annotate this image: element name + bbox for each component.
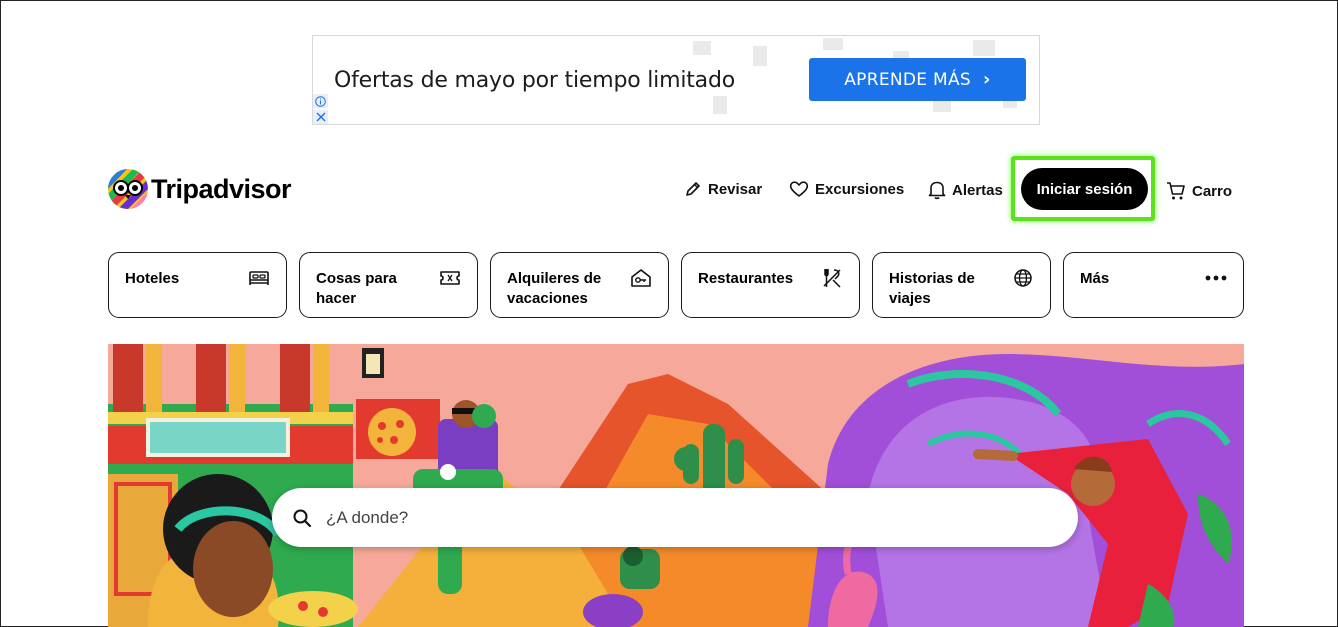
brand-name: Tripadvisor: [151, 173, 292, 204]
category-label: Cosas para hacer: [316, 270, 397, 307]
search-icon: [292, 508, 312, 528]
pencil-icon: [686, 182, 700, 196]
category-hotels[interactable]: Hoteles: [108, 252, 287, 318]
category-vacation-rentals[interactable]: Alquileres de vacaciones: [490, 252, 669, 318]
ticket-icon: [439, 267, 461, 289]
chevron-right-icon: ›: [983, 69, 991, 90]
owl-logo-icon: [108, 169, 148, 209]
ad-cta-label: APRENDE MÁS: [844, 69, 972, 90]
tripadvisor-logo[interactable]: Tripadvisor: [108, 169, 292, 209]
search-bar[interactable]: [272, 488, 1078, 547]
category-label: Hoteles: [125, 270, 180, 287]
nav-review[interactable]: Revisar: [684, 180, 762, 198]
search-input[interactable]: [324, 506, 1028, 529]
hero-illustration: [108, 344, 1244, 627]
nav-cart[interactable]: Carro: [1166, 181, 1232, 201]
heart-icon: [789, 181, 809, 197]
house-key-icon: [630, 267, 652, 289]
globe-icon: [1012, 267, 1034, 289]
utensils-icon: [821, 267, 843, 289]
ad-banner[interactable]: Ofertas de mayo por tiempo limitado APRE…: [312, 35, 1040, 125]
nav-cart-label: Carro: [1192, 182, 1233, 200]
category-label: Alquileres de vacaciones: [507, 270, 602, 307]
ad-info-icon[interactable]: [313, 94, 328, 108]
category-label: Historias de viajes: [889, 270, 975, 307]
category-travel-stories[interactable]: Historias de viajes: [872, 252, 1051, 318]
nav-review-label: Revisar: [708, 180, 763, 198]
ad-learn-more-button[interactable]: APRENDE MÁS ›: [809, 58, 1026, 101]
category-label: Más: [1080, 270, 1110, 287]
nav-trips-label: Excursiones: [815, 180, 905, 198]
ad-close-icon[interactable]: [313, 110, 328, 124]
nav-alerts[interactable]: Alertas: [928, 180, 1003, 200]
category-restaurants[interactable]: Restaurantes: [681, 252, 860, 318]
hero-artwork: [108, 344, 1244, 627]
nav-alerts-label: Alertas: [952, 181, 1003, 199]
more-dots-icon: [1205, 267, 1227, 289]
signin-label: Iniciar sesión: [1036, 180, 1133, 198]
cart-icon: [1167, 182, 1185, 200]
category-more[interactable]: Más: [1063, 252, 1244, 318]
bell-icon: [928, 181, 946, 200]
signin-button[interactable]: Iniciar sesión: [1021, 168, 1148, 210]
bed-icon: [248, 267, 270, 289]
category-things-to-do[interactable]: Cosas para hacer: [299, 252, 478, 318]
category-label: Restaurantes: [698, 270, 794, 287]
ad-headline: Ofertas de mayo por tiempo limitado: [334, 68, 735, 93]
nav-trips[interactable]: Excursiones: [789, 180, 904, 198]
